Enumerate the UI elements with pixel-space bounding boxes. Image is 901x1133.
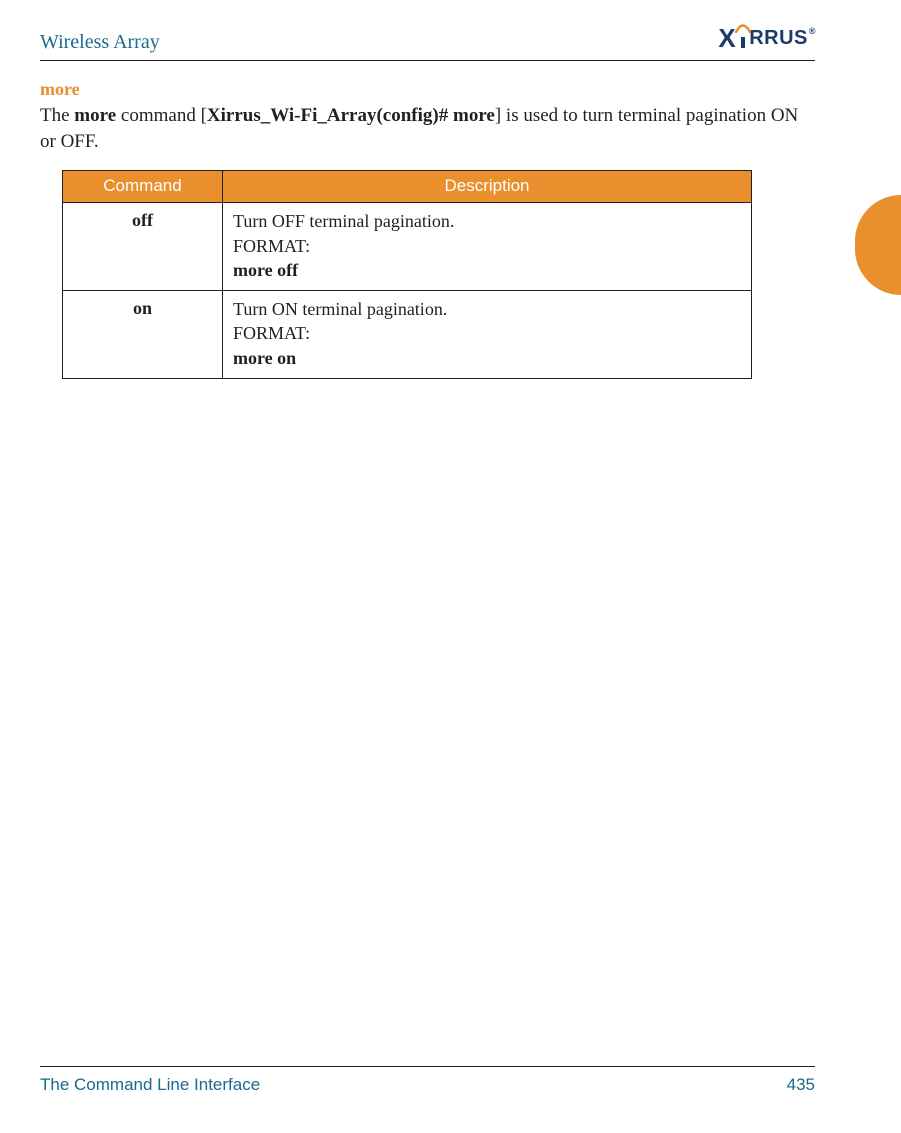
body-text-prefix: The <box>40 105 74 126</box>
logo-text: X RRUS ® <box>718 23 815 54</box>
desc-format-value: more on <box>233 346 741 370</box>
footer: The Command Line Interface 435 <box>0 1066 901 1095</box>
table-row: off Turn OFF terminal pagination. FORMAT… <box>63 203 752 291</box>
body-text-mid1: command [ <box>116 105 207 126</box>
registered-icon: ® <box>809 26 816 36</box>
table-header-command: Command <box>63 171 223 203</box>
xirrus-logo: X RRUS ® <box>718 23 815 54</box>
table-row: on Turn ON terminal pagination. FORMAT: … <box>63 291 752 379</box>
section-heading: more <box>40 79 815 100</box>
footer-section-title: The Command Line Interface <box>40 1075 260 1095</box>
desc-text: Turn OFF terminal pagination. <box>233 209 741 233</box>
content-area: more The more command [Xirrus_Wi-Fi_Arra… <box>0 61 901 379</box>
desc-format-label: FORMAT: <box>233 321 741 345</box>
page-header-title: Wireless Array <box>40 31 160 54</box>
page-number: 435 <box>787 1075 815 1095</box>
command-cell: on <box>63 291 223 379</box>
wifi-arc-icon <box>735 23 751 33</box>
description-cell: Turn OFF terminal pagination. FORMAT: mo… <box>223 203 752 291</box>
body-prompt: Xirrus_Wi-Fi_Array(config)# more <box>207 105 495 126</box>
desc-format-label: FORMAT: <box>233 234 741 258</box>
logo-suffix: RRUS <box>749 27 808 50</box>
desc-format-value: more off <box>233 258 741 282</box>
page: Wireless Array X RRUS ® more The more co… <box>0 0 901 1133</box>
command-cell: off <box>63 203 223 291</box>
logo-letter-i <box>738 30 748 48</box>
table-header-description: Description <box>223 171 752 203</box>
command-table: Command Description off Turn OFF termina… <box>62 170 752 379</box>
table-header-row: Command Description <box>63 171 752 203</box>
header-row: Wireless Array X RRUS ® <box>0 23 901 54</box>
body-command-name: more <box>74 105 116 126</box>
description-cell: Turn ON terminal pagination. FORMAT: mor… <box>223 291 752 379</box>
footer-row: The Command Line Interface 435 <box>40 1075 815 1095</box>
desc-text: Turn ON terminal pagination. <box>233 297 741 321</box>
section-body: The more command [Xirrus_Wi-Fi_Array(con… <box>40 103 815 154</box>
footer-divider <box>40 1066 815 1067</box>
